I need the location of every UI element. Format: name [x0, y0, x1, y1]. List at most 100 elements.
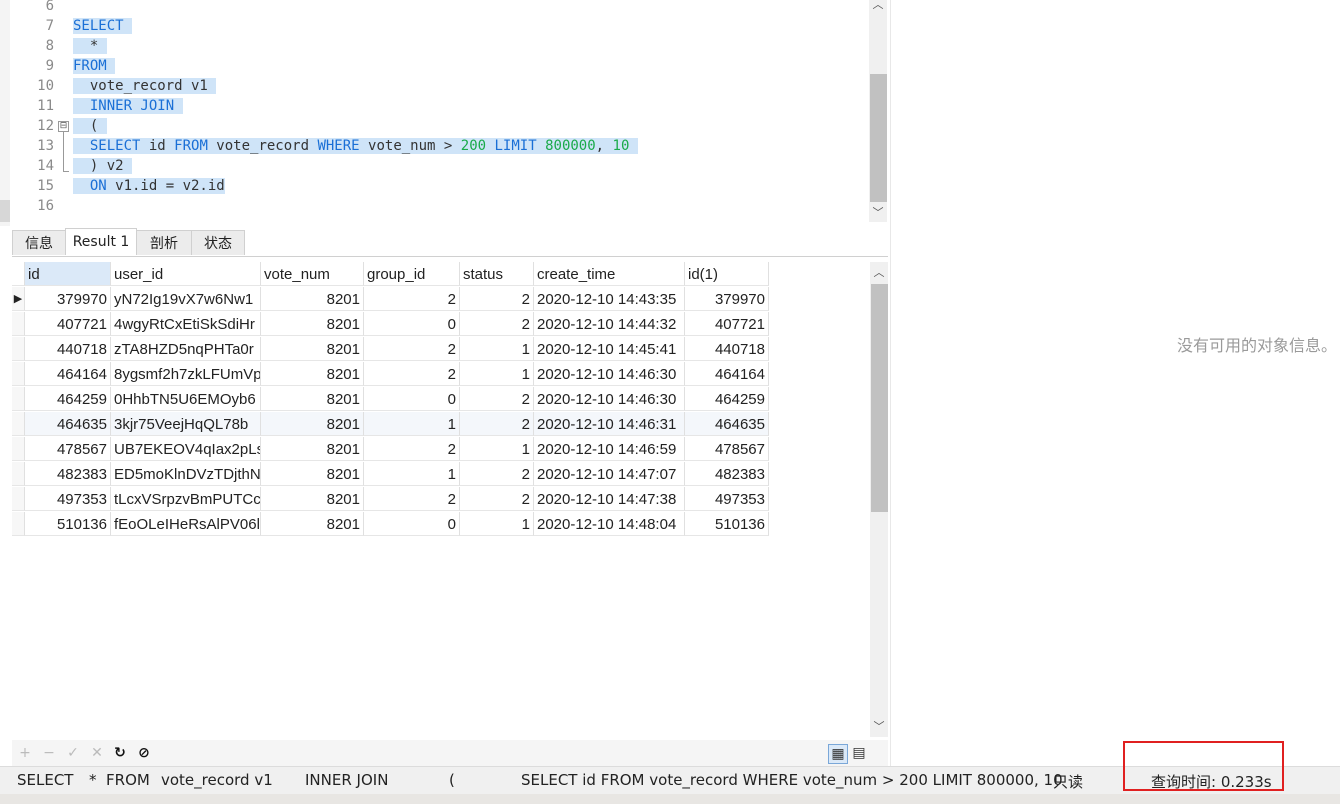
code-line[interactable]: 8 *: [0, 36, 860, 56]
table-cell[interactable]: 8201: [261, 362, 364, 386]
grid-view-icon[interactable]: ▦: [828, 744, 848, 764]
table-cell[interactable]: 379970: [25, 287, 111, 311]
table-cell[interactable]: 8201: [261, 487, 364, 511]
discard-changes-icon[interactable]: ✕: [88, 744, 106, 762]
sql-editor[interactable]: 6 7 SELECT 8 * 9 FROM 10 vote_record v1 11 …: [0, 0, 888, 226]
table-cell[interactable]: 497353: [25, 487, 111, 511]
row-selector[interactable]: [12, 312, 25, 336]
add-record-icon[interactable]: +: [16, 744, 34, 762]
table-cell[interactable]: 1: [460, 362, 534, 386]
table-cell[interactable]: 8201: [261, 337, 364, 361]
row-selector[interactable]: [12, 362, 25, 386]
grid-scrollbar[interactable]: ︿ ﹀: [870, 262, 888, 737]
scroll-up-icon[interactable]: ︿: [869, 0, 887, 14]
code-text[interactable]: (: [73, 116, 107, 136]
table-cell[interactable]: 8201: [261, 287, 364, 311]
table-cell[interactable]: 8201: [261, 512, 364, 536]
table-cell[interactable]: 8ygsmf2h7zkLFUmVp: [111, 362, 261, 386]
table-cell[interactable]: 407721: [685, 312, 769, 336]
code-line[interactable]: 10 vote_record v1: [0, 76, 860, 96]
table-cell[interactable]: 464259: [25, 387, 111, 411]
code-text[interactable]: INNER JOIN: [73, 96, 183, 116]
table-cell[interactable]: 1: [460, 337, 534, 361]
table-cell[interactable]: 1: [364, 412, 460, 436]
delete-record-icon[interactable]: −: [40, 744, 58, 762]
row-selector[interactable]: [12, 512, 25, 536]
table-cell[interactable]: 0: [364, 312, 460, 336]
code-text[interactable]: SELECT: [73, 16, 133, 36]
table-cell[interactable]: UB7EKEOV4qIax2pLs: [111, 437, 261, 461]
table-cell[interactable]: yN72Ig19vX7w6Nw1: [111, 287, 261, 311]
code-text[interactable]: FROM: [73, 56, 116, 76]
table-cell[interactable]: 2020-12-10 14:46:31: [534, 412, 685, 436]
table-cell[interactable]: 2: [364, 487, 460, 511]
code-line[interactable]: 11 INNER JOIN: [0, 96, 860, 116]
table-cell[interactable]: 0: [364, 512, 460, 536]
table-cell[interactable]: 482383: [685, 462, 769, 486]
stop-icon[interactable]: ⊘: [135, 744, 153, 762]
table-cell[interactable]: 2020-12-10 14:45:41: [534, 337, 685, 361]
code-line[interactable]: 7 SELECT: [0, 16, 860, 36]
apply-changes-icon[interactable]: ✓: [64, 744, 82, 762]
result-grid[interactable]: id user_id vote_num group_id status create_ti…: [12, 260, 870, 737]
refresh-icon[interactable]: ↻: [111, 744, 129, 762]
code-line[interactable]: 6: [0, 0, 860, 16]
table-cell[interactable]: 464635: [25, 412, 111, 436]
table-cell[interactable]: 440718: [25, 337, 111, 361]
scroll-down-icon[interactable]: ﹀: [869, 204, 887, 222]
table-cell[interactable]: 8201: [261, 387, 364, 411]
table-cell[interactable]: 464635: [685, 412, 769, 436]
table-cell[interactable]: 2: [364, 362, 460, 386]
tab-info[interactable]: 信息: [12, 230, 66, 255]
table-cell[interactable]: 510136: [685, 512, 769, 536]
table-cell[interactable]: 379970: [685, 287, 769, 311]
table-cell[interactable]: 1: [364, 462, 460, 486]
editor-scrollbar[interactable]: ︿ ﹀: [869, 0, 887, 222]
table-cell[interactable]: 2: [460, 287, 534, 311]
table-cell[interactable]: 2: [364, 437, 460, 461]
table-cell[interactable]: 2: [364, 337, 460, 361]
code-line[interactable]: 13 SELECT id FROM vote_record WHERE vote…: [0, 136, 860, 156]
form-view-icon[interactable]: ▤: [850, 744, 868, 762]
tab-status[interactable]: 状态: [191, 230, 245, 255]
table-cell[interactable]: 2020-12-10 14:48:04: [534, 512, 685, 536]
code-text[interactable]: SELECT id FROM vote_record WHERE vote_nu…: [73, 136, 638, 156]
grid-scroll-thumb[interactable]: [871, 284, 888, 512]
row-selector[interactable]: [12, 387, 25, 411]
table-cell[interactable]: fEoOLeIHeRsAlPV06l: [111, 512, 261, 536]
table-cell[interactable]: 2020-12-10 14:46:59: [534, 437, 685, 461]
table-cell[interactable]: 3kjr75VeejHqQL78b: [111, 412, 261, 436]
code-line[interactable]: 14 ) v2: [0, 156, 860, 176]
code-text[interactable]: *: [73, 36, 107, 56]
tab-profile[interactable]: 剖析: [136, 230, 192, 255]
table-cell[interactable]: 2020-12-10 14:47:07: [534, 462, 685, 486]
table-cell[interactable]: 2020-12-10 14:43:35: [534, 287, 685, 311]
table-cell[interactable]: 2: [460, 312, 534, 336]
table-cell[interactable]: 2020-12-10 14:46:30: [534, 387, 685, 411]
table-cell[interactable]: 8201: [261, 462, 364, 486]
column-header[interactable]: status: [460, 262, 534, 286]
table-cell[interactable]: 1: [460, 437, 534, 461]
row-selector[interactable]: [12, 337, 25, 361]
table-cell[interactable]: 478567: [25, 437, 111, 461]
code-line[interactable]: 12 (: [0, 116, 860, 136]
table-cell[interactable]: 482383: [25, 462, 111, 486]
table-cell[interactable]: 407721: [25, 312, 111, 336]
code-line[interactable]: 15 ON v1.id = v2.id: [0, 176, 860, 196]
table-cell[interactable]: 8201: [261, 312, 364, 336]
table-cell[interactable]: 478567: [685, 437, 769, 461]
code-text[interactable]: ) v2: [73, 156, 133, 176]
table-cell[interactable]: 464259: [685, 387, 769, 411]
table-cell[interactable]: ED5moKlnDVzTDjthN: [111, 462, 261, 486]
table-cell[interactable]: 1: [460, 512, 534, 536]
table-cell[interactable]: 2: [460, 462, 534, 486]
tab-result-1[interactable]: Result 1: [65, 228, 137, 255]
scroll-up-icon[interactable]: ︿: [870, 264, 888, 282]
column-header[interactable]: vote_num: [261, 262, 364, 286]
code-line[interactable]: 9 FROM: [0, 56, 860, 76]
row-selector[interactable]: [12, 412, 25, 436]
column-header[interactable]: group_id: [364, 262, 460, 286]
code-line[interactable]: 16: [0, 196, 860, 216]
table-cell[interactable]: 464164: [25, 362, 111, 386]
column-header[interactable]: id: [25, 262, 111, 286]
